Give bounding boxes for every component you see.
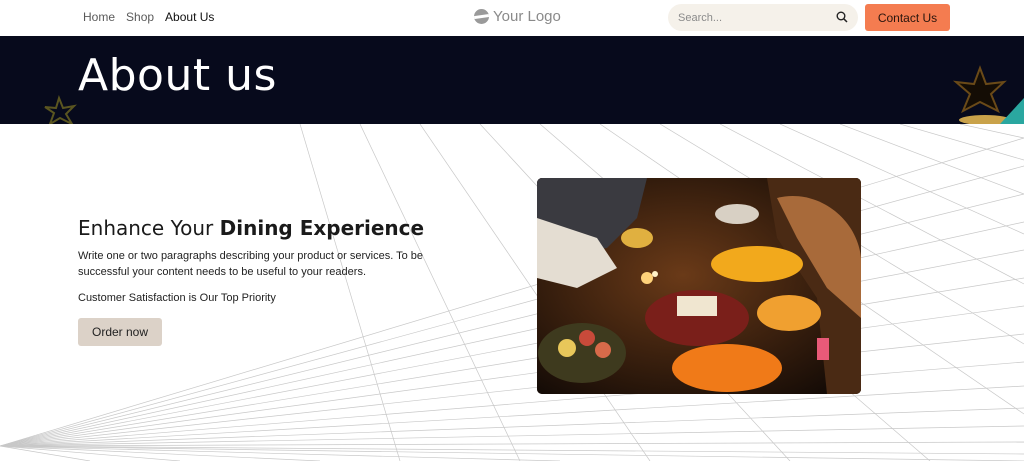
nav-shop-link[interactable]: Shop (126, 10, 154, 24)
contact-us-button[interactable]: Contact Us (865, 4, 950, 31)
hero-banner: About us (0, 36, 1024, 124)
heading-bold: Dining Experience (219, 216, 425, 240)
intro-paragraph: Write one or two paragraphs describing y… (78, 250, 424, 278)
main-nav: Home Shop About Us (83, 10, 214, 24)
search-bar (668, 4, 858, 31)
logo-icon (474, 9, 489, 24)
site-logo[interactable]: Your Logo (474, 8, 561, 25)
tagline: Customer Satisfaction is Our Top Priorit… (78, 292, 276, 304)
top-navbar: Home Shop About Us Your Logo Contact Us (0, 0, 1024, 36)
section-heading: Enhance Your Dining Experience (78, 216, 438, 240)
search-input[interactable] (678, 11, 828, 24)
nav-about-link[interactable]: About Us (165, 10, 214, 24)
feast-photo (537, 178, 861, 394)
search-icon[interactable] (836, 11, 848, 23)
heading-light: Enhance Your (78, 216, 220, 240)
star-left-icon (44, 94, 77, 124)
intro-section: Enhance Your Dining Experience Write one… (78, 216, 438, 346)
logo-text: Your Logo (493, 8, 561, 25)
feast-image (537, 178, 861, 394)
page-title: About us (78, 50, 277, 101)
order-now-button[interactable]: Order now (78, 318, 162, 346)
page: Home Shop About Us Your Logo Contact Us (0, 0, 1024, 461)
nav-home-link[interactable]: Home (83, 10, 115, 24)
star-right-icon (952, 65, 1024, 124)
